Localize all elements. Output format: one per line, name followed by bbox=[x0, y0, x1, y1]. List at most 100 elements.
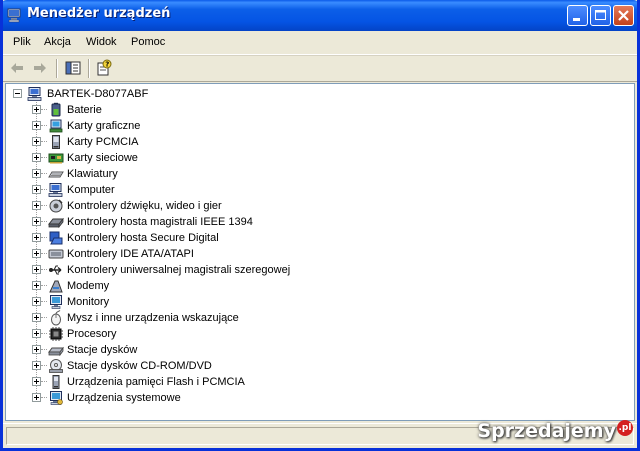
tree-expand-toggle[interactable] bbox=[32, 121, 41, 130]
watermark-logo: Sprzedajemy .pl bbox=[477, 420, 633, 442]
tree-connector bbox=[41, 221, 47, 222]
tree-connector bbox=[41, 365, 47, 366]
watermark-suffix: .pl bbox=[617, 420, 633, 436]
tree-expand-toggle[interactable] bbox=[32, 361, 41, 370]
tree-connector bbox=[41, 301, 47, 302]
tree-expand-toggle[interactable] bbox=[32, 249, 41, 258]
disk-drive-icon bbox=[48, 346, 64, 357]
toolbar: ? bbox=[3, 55, 637, 82]
tree-expand-toggle[interactable] bbox=[32, 377, 41, 386]
tree-node-label[interactable]: Karty graficzne bbox=[67, 119, 140, 133]
tree-connector bbox=[41, 237, 47, 238]
device-manager-app-icon bbox=[7, 8, 21, 23]
tree-connector bbox=[41, 125, 47, 126]
display-adapter-icon bbox=[49, 119, 63, 133]
title-bar[interactable]: Menedżer urządzeń bbox=[3, 0, 637, 31]
processor-icon bbox=[49, 327, 63, 341]
tree-node-label[interactable]: Karty sieciowe bbox=[67, 151, 138, 165]
computer-icon bbox=[27, 87, 42, 101]
tree-node-label[interactable]: Klawiatury bbox=[67, 167, 118, 181]
tree-node-label[interactable]: Urządzenia systemowe bbox=[67, 391, 181, 405]
system-devices-icon bbox=[50, 391, 63, 405]
toolbar-separator bbox=[88, 59, 90, 78]
window-title: Menedżer urządzeń bbox=[27, 6, 171, 21]
minimize-icon bbox=[573, 18, 580, 21]
back-arrow-icon[interactable] bbox=[8, 59, 26, 77]
root-collapse-toggle[interactable] bbox=[13, 89, 22, 98]
ide-controller-icon bbox=[48, 249, 64, 259]
tree-expand-toggle[interactable] bbox=[32, 265, 41, 274]
tree-node-label[interactable]: Karty PCMCIA bbox=[67, 135, 139, 149]
watermark-text: Sprzedajemy bbox=[477, 420, 616, 442]
show-hide-console-tree-icon[interactable] bbox=[64, 59, 82, 77]
tree-expand-toggle[interactable] bbox=[32, 185, 41, 194]
svg-text:?: ? bbox=[105, 61, 109, 69]
tree-expand-toggle[interactable] bbox=[32, 137, 41, 146]
tree-node-label[interactable]: Mysz i inne urządzenia wskazujące bbox=[67, 311, 239, 325]
tree-node-label[interactable]: Stacje dysków CD-ROM/DVD bbox=[67, 359, 212, 373]
device-manager-window: Menedżer urządzeń Plik Akcja Widok Pomoc bbox=[0, 0, 640, 451]
forward-arrow-icon[interactable] bbox=[31, 59, 49, 77]
tree-connector bbox=[41, 141, 47, 142]
tree-connector bbox=[41, 109, 47, 110]
tree-node-label[interactable]: Komputer bbox=[67, 183, 115, 197]
usb-icon bbox=[49, 265, 62, 275]
pcmcia-icon bbox=[52, 135, 60, 149]
cdrom-icon bbox=[49, 359, 63, 373]
close-icon bbox=[618, 10, 629, 21]
menu-pomoc[interactable]: Pomoc bbox=[131, 36, 165, 48]
tree-connector bbox=[41, 285, 47, 286]
sound-icon bbox=[49, 199, 63, 213]
tree-node-label[interactable]: Kontrolery dźwięku, wideo i gier bbox=[67, 199, 222, 213]
tree-expand-toggle[interactable] bbox=[32, 169, 41, 178]
sd-host-icon bbox=[49, 231, 63, 245]
tree-node-label[interactable]: Kontrolery uniwersalnej magistrali szere… bbox=[67, 263, 290, 277]
battery-icon bbox=[51, 102, 61, 117]
keyboard-icon bbox=[48, 171, 64, 178]
tree-node-label[interactable]: Baterie bbox=[67, 103, 102, 117]
tree-expand-toggle[interactable] bbox=[32, 201, 41, 210]
tree-root-label[interactable]: BARTEK-D8077ABF bbox=[47, 87, 148, 101]
tree-connector bbox=[41, 317, 47, 318]
menu-akcja[interactable]: Akcja bbox=[44, 36, 71, 48]
tree-connector bbox=[41, 381, 47, 382]
tree-node-label[interactable]: Kontrolery IDE ATA/ATAPI bbox=[67, 247, 194, 261]
menu-widok[interactable]: Widok bbox=[86, 36, 117, 48]
tree-connector bbox=[41, 157, 47, 158]
tree-connector bbox=[41, 349, 47, 350]
tree-node-label[interactable]: Stacje dysków bbox=[67, 343, 137, 357]
menu-plik[interactable]: Plik bbox=[13, 36, 31, 48]
tree-connector bbox=[41, 253, 47, 254]
device-tree: BARTEK-D8077ABF Baterie Karty graficzne Kar… bbox=[5, 83, 635, 421]
tree-expand-toggle[interactable] bbox=[32, 217, 41, 226]
menu-bar: Plik Akcja Widok Pomoc bbox=[3, 31, 637, 55]
tree-node-label[interactable]: Urządzenia pamięci Flash i PCMCIA bbox=[67, 375, 245, 389]
properties-help-icon[interactable]: ? bbox=[95, 59, 113, 77]
tree-connector bbox=[41, 173, 47, 174]
tree-connector bbox=[41, 205, 47, 206]
tree-node-label[interactable]: Monitory bbox=[67, 295, 109, 309]
network-card-icon bbox=[48, 153, 64, 164]
tree-expand-toggle[interactable] bbox=[32, 281, 41, 290]
tree-expand-toggle[interactable] bbox=[32, 153, 41, 162]
maximize-button[interactable] bbox=[590, 5, 611, 26]
tree-expand-toggle[interactable] bbox=[32, 105, 41, 114]
flash-memory-icon bbox=[52, 375, 60, 389]
maximize-icon bbox=[595, 10, 606, 20]
tree-expand-toggle[interactable] bbox=[32, 297, 41, 306]
tree-expand-toggle[interactable] bbox=[32, 233, 41, 242]
minimize-button[interactable] bbox=[567, 5, 588, 26]
tree-connector bbox=[41, 397, 47, 398]
tree-node-label[interactable]: Procesory bbox=[67, 327, 117, 341]
close-button[interactable] bbox=[613, 5, 634, 26]
tree-expand-toggle[interactable] bbox=[32, 393, 41, 402]
tree-node-label[interactable]: Kontrolery hosta Secure Digital bbox=[67, 231, 219, 245]
tree-expand-toggle[interactable] bbox=[32, 345, 41, 354]
tree-expand-toggle[interactable] bbox=[32, 313, 41, 322]
tree-expand-toggle[interactable] bbox=[32, 329, 41, 338]
tree-connector bbox=[41, 269, 47, 270]
tree-node-label[interactable]: Kontrolery hosta magistrali IEEE 1394 bbox=[67, 215, 253, 229]
tree-node-label[interactable]: Modemy bbox=[67, 279, 109, 293]
tree-connector bbox=[41, 333, 47, 334]
toolbar-separator bbox=[56, 59, 58, 78]
